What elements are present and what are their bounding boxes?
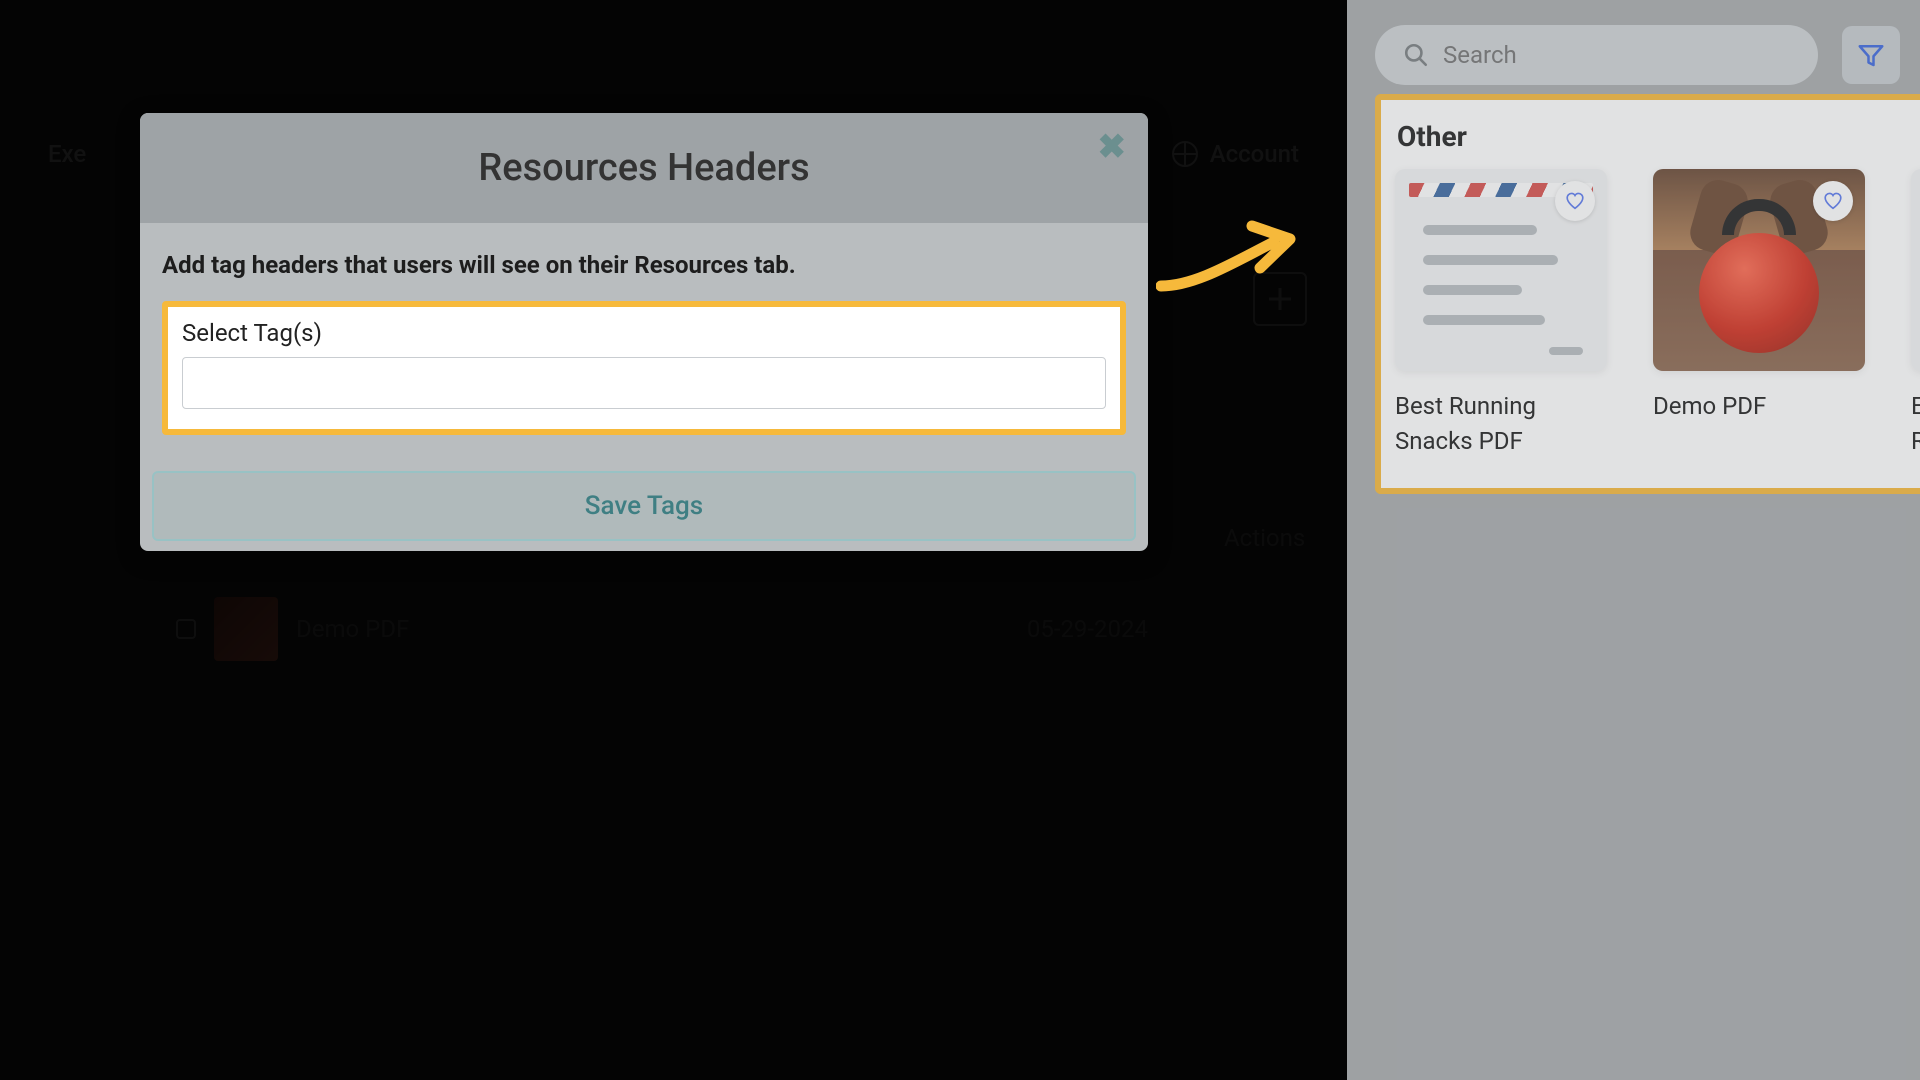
search-icon: [1403, 42, 1429, 68]
search-input[interactable]: [1443, 41, 1790, 69]
resource-card[interactable]: Eating Gu Runners F: [1911, 169, 1920, 459]
modal-footer: Save Tags: [140, 471, 1148, 551]
resource-thumb-document: [1395, 169, 1607, 371]
close-icon: ✖: [1098, 127, 1127, 167]
favorite-button[interactable]: [1813, 181, 1853, 221]
heart-icon: [1564, 190, 1586, 212]
section-title-other: Other: [1397, 120, 1920, 153]
resource-caption: Best Running Snacks PDF: [1395, 389, 1607, 459]
arrow-icon: [1156, 206, 1306, 296]
select-tags-label: Select Tag(s): [182, 319, 1106, 347]
resource-caption: Demo PDF: [1653, 389, 1865, 424]
filter-icon: [1856, 40, 1886, 70]
resource-caption: Eating Gu Runners F: [1911, 389, 1920, 459]
resource-card[interactable]: Demo PDF: [1653, 169, 1865, 459]
preview-topbar: [1375, 22, 1900, 88]
resource-card[interactable]: Best Running Snacks PDF: [1395, 169, 1607, 459]
filter-button[interactable]: [1842, 26, 1900, 84]
select-tags-input[interactable]: [182, 357, 1106, 409]
resource-thumb-document: [1911, 169, 1920, 371]
resources-headers-modal: Resources Headers ✖ Add tag headers that…: [140, 113, 1148, 551]
save-tags-button[interactable]: Save Tags: [152, 471, 1136, 541]
resources-preview-panel: Other Best Running Snacks PDF: [1347, 0, 1920, 1080]
resources-section-highlight: Other Best Running Snacks PDF: [1375, 94, 1920, 494]
select-tags-highlight: Select Tag(s): [162, 301, 1126, 435]
search-field[interactable]: [1375, 25, 1818, 85]
resource-thumb-image: [1653, 169, 1865, 371]
resource-cards-row: Best Running Snacks PDF Demo PDF: [1395, 169, 1920, 459]
annotation-arrow: [1156, 206, 1306, 296]
app-left-region: Exe Account Uploaded Actions Demo PDF 05…: [0, 0, 1347, 1080]
modal-title: Resources Headers: [478, 146, 809, 190]
modal-description: Add tag headers that users will see on t…: [162, 249, 1126, 283]
document-icon: [1911, 169, 1920, 371]
modal-close-button[interactable]: ✖: [1098, 127, 1127, 167]
modal-body: Add tag headers that users will see on t…: [140, 223, 1148, 457]
favorite-button[interactable]: [1555, 181, 1595, 221]
heart-icon: [1822, 190, 1844, 212]
modal-header: Resources Headers ✖: [140, 113, 1148, 223]
